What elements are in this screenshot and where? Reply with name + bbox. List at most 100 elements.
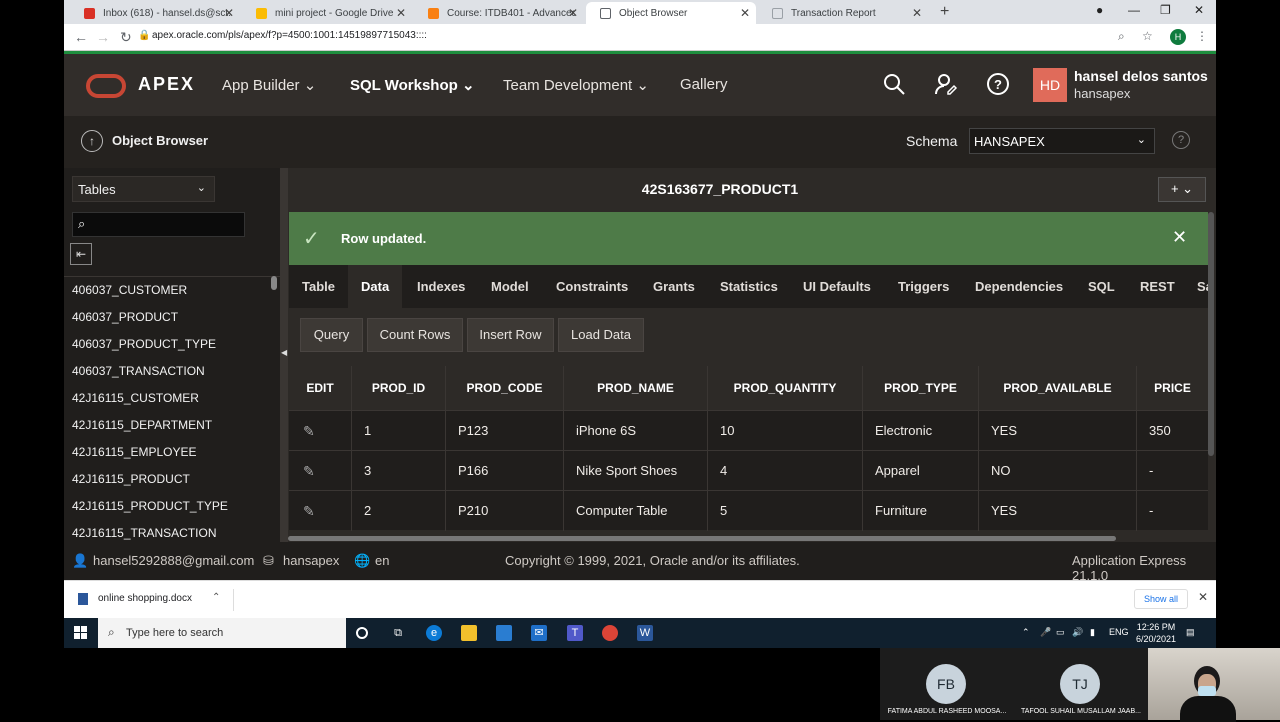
- menu-sql-workshop[interactable]: SQL Workshop ⌄: [350, 76, 475, 94]
- browser-tab-drive[interactable]: mini project - Google Drive ✕: [242, 2, 412, 24]
- browser-tab-transaction-report[interactable]: Transaction Report ✕: [758, 2, 928, 24]
- show-all-button[interactable]: Show all: [1134, 589, 1188, 609]
- close-window-button[interactable]: ✕: [1194, 3, 1204, 17]
- reload-icon[interactable]: ↻: [120, 29, 132, 46]
- kebab-menu-icon[interactable]: ⋮: [1196, 29, 1208, 43]
- close-tab-icon[interactable]: ✕: [224, 6, 234, 20]
- notification-icon[interactable]: ▤: [1186, 627, 1195, 638]
- bookmark-star-icon[interactable]: ☆: [1142, 29, 1153, 43]
- close-tab-icon[interactable]: ✕: [568, 6, 578, 20]
- tab-search-icon[interactable]: ●: [1096, 3, 1103, 17]
- user-name[interactable]: hansel delos santos: [1074, 68, 1208, 84]
- column-header[interactable]: PROD_AVAILABLE: [978, 366, 1136, 410]
- teams-icon[interactable]: T: [567, 625, 583, 641]
- chrome-icon[interactable]: [602, 625, 618, 641]
- column-header[interactable]: EDIT: [289, 366, 351, 410]
- tab-indexes[interactable]: Indexes: [404, 265, 478, 308]
- menu-team-development[interactable]: Team Development ⌄: [503, 76, 649, 94]
- edit-pencil-icon[interactable]: ✎: [289, 491, 351, 531]
- close-tab-icon[interactable]: ✕: [396, 6, 406, 20]
- object-type-select[interactable]: Tables ⌄: [72, 176, 215, 202]
- insert-row-button[interactable]: Insert Row: [467, 318, 554, 352]
- back-icon[interactable]: ←: [74, 29, 88, 45]
- mail-icon[interactable]: ✉: [531, 625, 547, 641]
- tab-grants[interactable]: Grants: [640, 265, 708, 308]
- tab-dependencies[interactable]: Dependencies: [962, 265, 1076, 308]
- maximize-button[interactable]: ❐: [1160, 3, 1171, 17]
- forward-icon[interactable]: →: [96, 29, 110, 45]
- store-icon[interactable]: [496, 625, 512, 641]
- participant-video[interactable]: [1148, 648, 1280, 722]
- user-settings-icon[interactable]: [934, 72, 958, 102]
- tab-statistics[interactable]: Statistics: [707, 265, 791, 308]
- tab-data[interactable]: Data: [348, 265, 403, 308]
- microphone-icon[interactable]: 🎤: [1040, 627, 1051, 638]
- object-search-input[interactable]: [97, 216, 237, 234]
- close-tab-icon[interactable]: ✕: [912, 6, 922, 20]
- list-item[interactable]: 42J16115_PRODUCT: [64, 466, 280, 493]
- word-icon[interactable]: W: [637, 625, 653, 641]
- column-header[interactable]: PROD_NAME: [563, 366, 707, 410]
- cortana-icon[interactable]: [356, 627, 368, 639]
- battery-icon[interactable]: ▮: [1090, 627, 1095, 638]
- menu-app-builder[interactable]: App Builder ⌄: [222, 76, 316, 94]
- browser-tab-object-browser[interactable]: Object Browser ✕: [586, 2, 756, 24]
- language-indicator[interactable]: ENG: [1109, 627, 1129, 637]
- schema-select[interactable]: HANSAPEX ⌄: [969, 128, 1155, 154]
- list-item[interactable]: 42J16115_EMPLOYEE: [64, 439, 280, 466]
- list-item[interactable]: 406037_TRANSACTION: [64, 358, 280, 385]
- list-item[interactable]: 406037_CUSTOMER: [64, 277, 280, 304]
- help-icon[interactable]: ?: [1172, 131, 1190, 149]
- tab-model[interactable]: Model: [478, 265, 542, 308]
- list-item[interactable]: 406037_PRODUCT_TYPE: [64, 331, 280, 358]
- file-explorer-icon[interactable]: [461, 625, 477, 641]
- system-clock[interactable]: 12:26 PM 6/20/2021: [1136, 621, 1176, 645]
- tab-table[interactable]: Table: [289, 265, 348, 308]
- task-view-icon[interactable]: ⧉: [390, 625, 406, 641]
- column-header[interactable]: PROD_CODE: [445, 366, 563, 410]
- collapse-left-icon[interactable]: ◀: [281, 348, 287, 357]
- participant-tile[interactable]: TJ TAFOOL SUHAIL MUSALLAM JAAB...: [1014, 648, 1148, 720]
- minimize-button[interactable]: —: [1128, 3, 1140, 17]
- zoom-icon[interactable]: ⌕: [1118, 29, 1125, 44]
- help-icon[interactable]: ?: [986, 72, 1010, 102]
- chevron-up-icon[interactable]: ⌃: [212, 592, 220, 603]
- column-header[interactable]: PROD_ID: [351, 366, 445, 410]
- browser-tab-course[interactable]: Course: ITDB401 - Advanced Data ✕: [414, 2, 584, 24]
- edge-icon[interactable]: e: [426, 625, 442, 641]
- list-item[interactable]: 42J16115_DEPARTMENT: [64, 412, 280, 439]
- count-rows-button[interactable]: Count Rows: [367, 318, 463, 352]
- column-header[interactable]: PRICE: [1136, 366, 1208, 410]
- load-data-button[interactable]: Load Data: [558, 318, 644, 352]
- participant-tile[interactable]: FB FATIMA ABDUL RASHEED MOOSA...: [880, 648, 1014, 720]
- close-tab-icon[interactable]: ✕: [740, 6, 750, 20]
- tab-ui-defaults[interactable]: UI Defaults: [790, 265, 884, 308]
- browser-tab-inbox[interactable]: Inbox (618) - hansel.ds@sct.edu.om ✕: [70, 2, 240, 24]
- oracle-logo[interactable]: [86, 74, 126, 98]
- close-icon[interactable]: ✕: [1172, 227, 1187, 248]
- arrow-up-icon[interactable]: ↑: [81, 130, 103, 152]
- create-menu-button[interactable]: + ⌄: [1158, 177, 1206, 202]
- collapse-tree-icon[interactable]: ⇤: [70, 243, 92, 265]
- panel-splitter[interactable]: ◀: [280, 168, 288, 542]
- apex-brand[interactable]: APEX: [138, 74, 195, 95]
- tab-constraints[interactable]: Constraints: [543, 265, 641, 308]
- tab-triggers[interactable]: Triggers: [885, 265, 962, 308]
- horizontal-scrollbar[interactable]: [288, 536, 1116, 541]
- column-header[interactable]: PROD_TYPE: [862, 366, 978, 410]
- list-item[interactable]: 42J16115_CUSTOMER: [64, 385, 280, 412]
- column-header[interactable]: PROD_QUANTITY: [707, 366, 862, 410]
- download-item[interactable]: online shopping.docx ⌃: [76, 589, 234, 611]
- search-icon[interactable]: [882, 72, 906, 102]
- list-item[interactable]: 42J16115_PRODUCT_TYPE: [64, 493, 280, 520]
- edit-pencil-icon[interactable]: ✎: [289, 411, 351, 451]
- query-button[interactable]: Query: [300, 318, 363, 352]
- tab-sql[interactable]: SQL: [1075, 265, 1128, 308]
- new-tab-button[interactable]: +: [940, 3, 949, 21]
- tab-rest[interactable]: REST: [1127, 265, 1188, 308]
- list-scrollbar[interactable]: [271, 276, 277, 290]
- user-avatar[interactable]: HD: [1033, 68, 1067, 102]
- taskbar-search[interactable]: ⌕ Type here to search: [98, 618, 346, 648]
- tray-chevron-icon[interactable]: ⌃: [1022, 627, 1030, 638]
- edit-pencil-icon[interactable]: ✎: [289, 451, 351, 491]
